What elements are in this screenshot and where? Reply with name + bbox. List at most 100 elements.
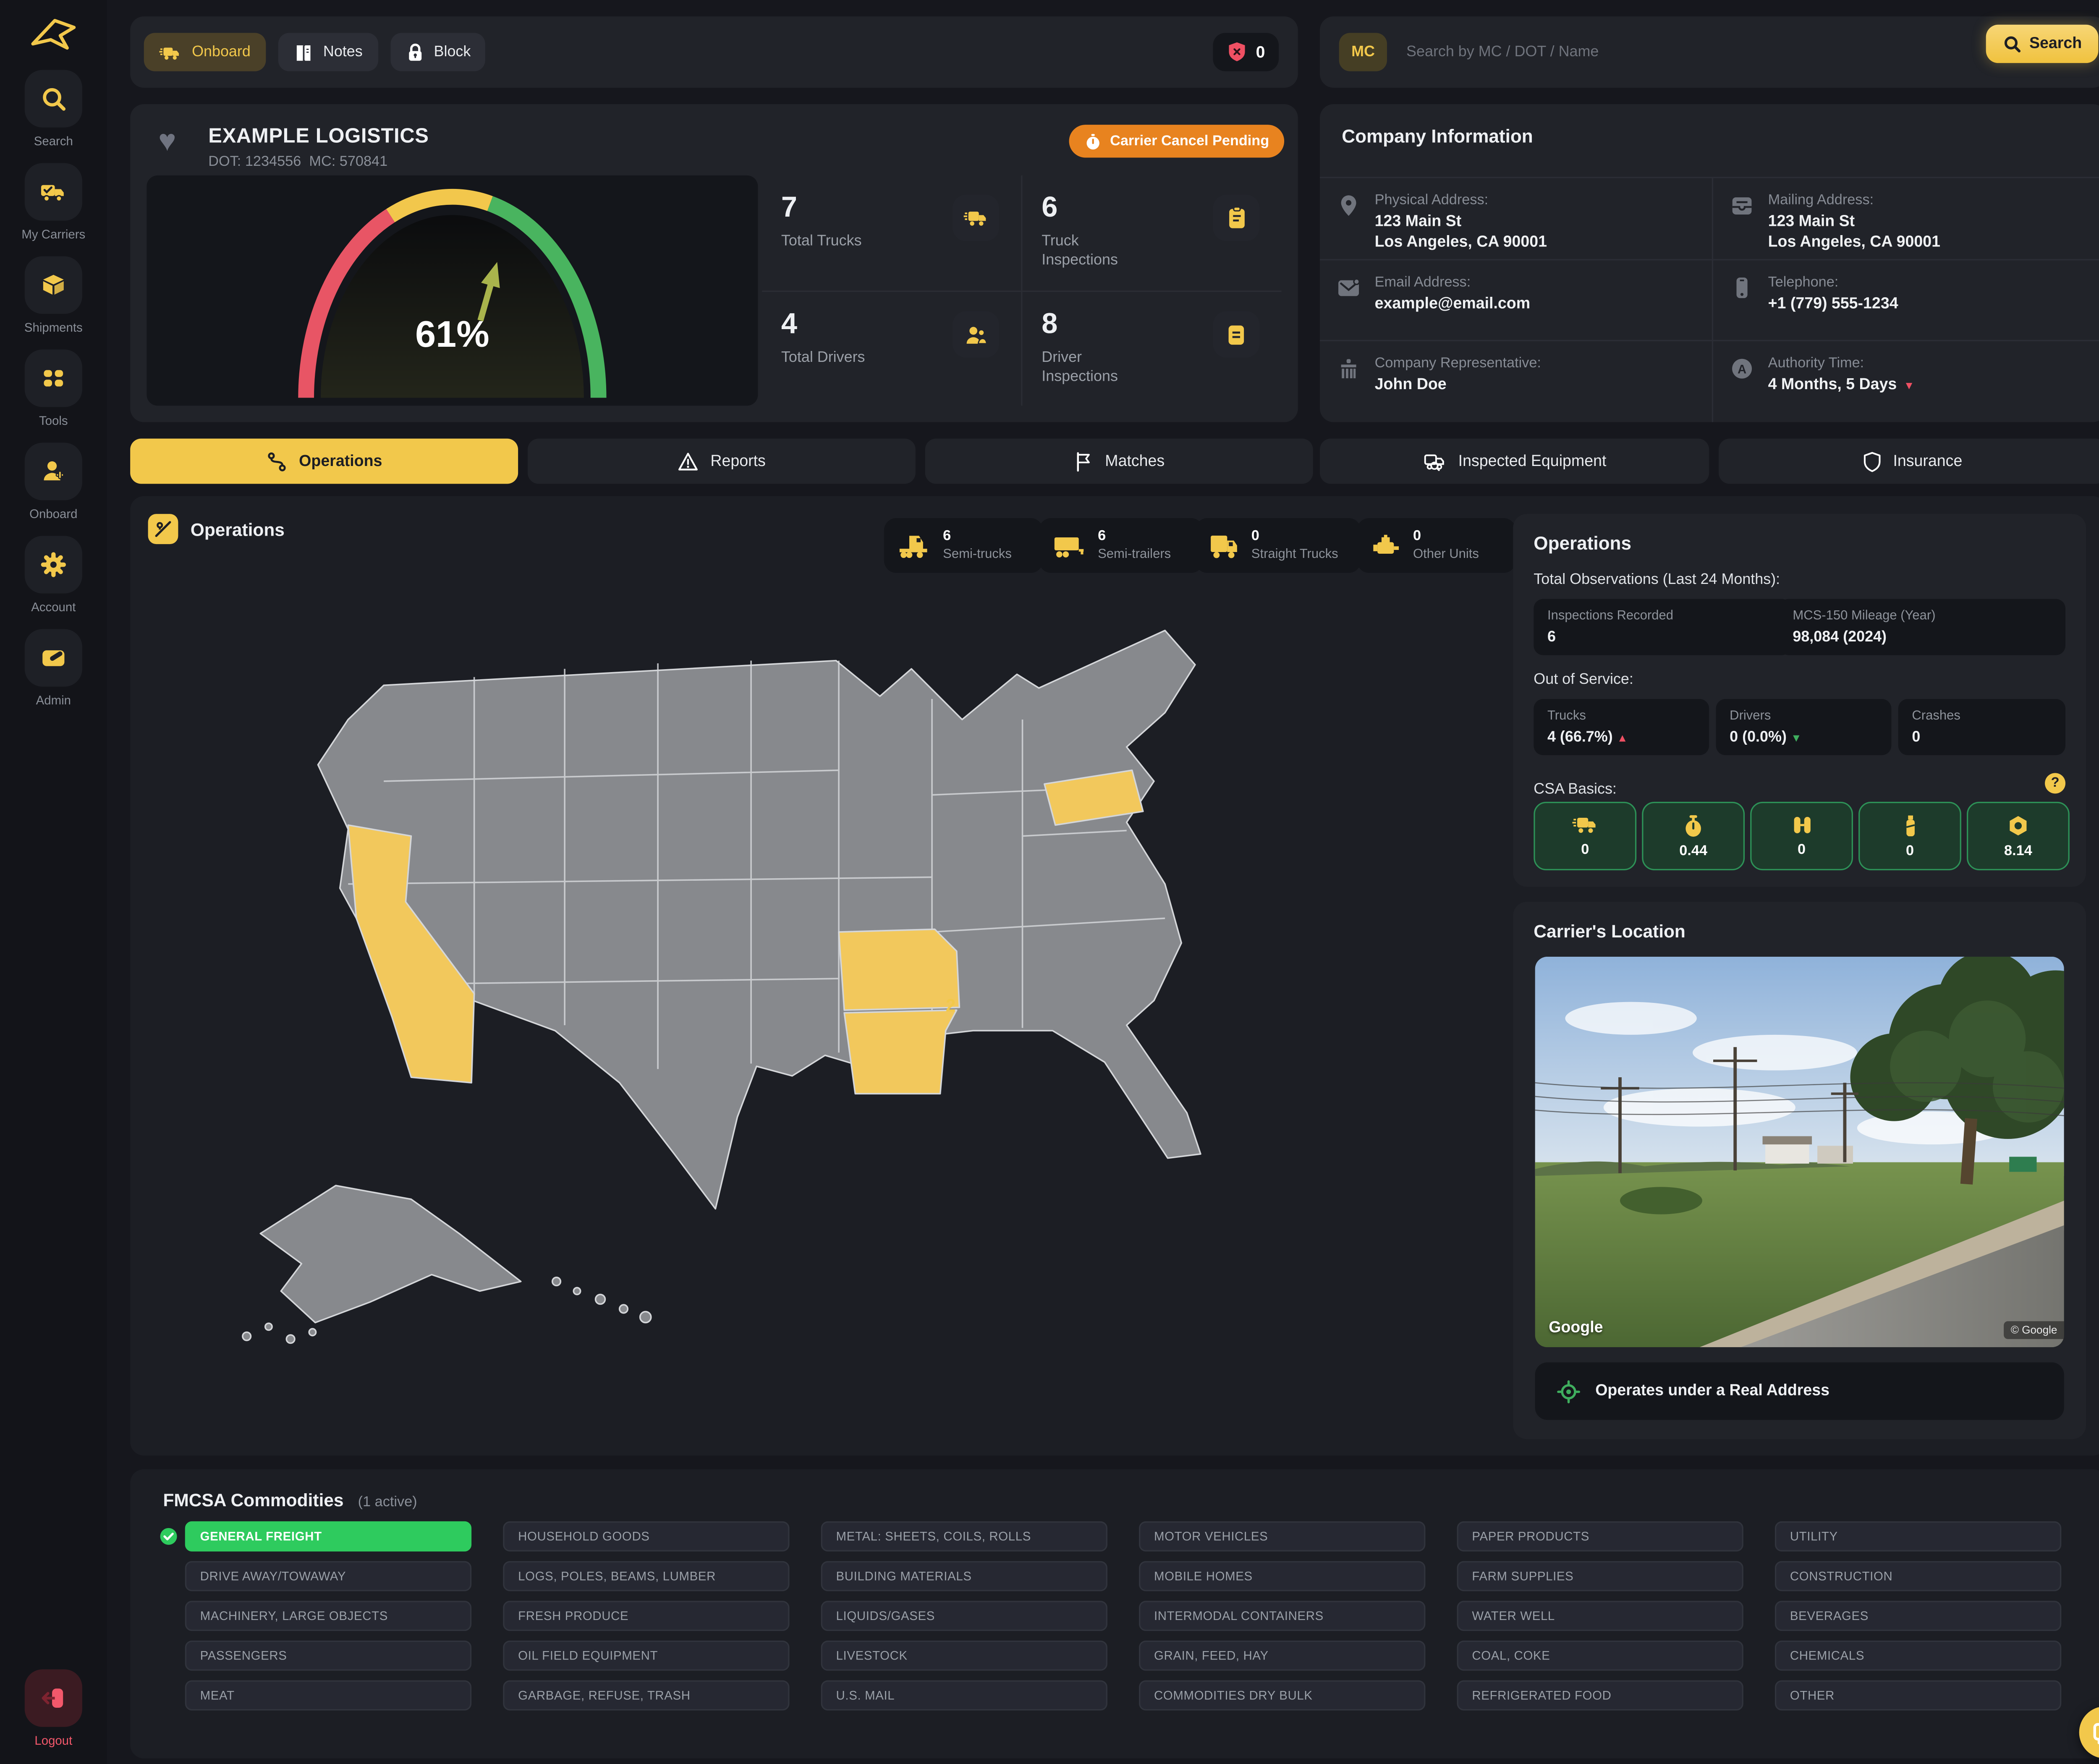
- field-label: Mailing Address:: [1768, 192, 2096, 208]
- commodity-chip[interactable]: BUILDING MATERIALS: [821, 1561, 1107, 1591]
- tab-inspected-equipment[interactable]: Inspected Equipment: [1320, 439, 1709, 484]
- tab-operations[interactable]: Operations: [130, 439, 518, 484]
- tab-onboard[interactable]: Onboard: [144, 33, 266, 71]
- truck-icon: [963, 206, 989, 230]
- street-view-photo[interactable]: Google © Google: [1535, 957, 2064, 1347]
- sidebar-item-shipments[interactable]: Shipments: [24, 256, 83, 335]
- commodity-chip[interactable]: GENERAL FREIGHT: [185, 1521, 471, 1552]
- commodity-chip[interactable]: METAL: SHEETS, COILS, ROLLS: [821, 1521, 1107, 1552]
- sidebar: Search My Carriers Shipments Tools Onboa…: [0, 0, 107, 1764]
- favorite-button[interactable]: ♥: [149, 123, 185, 159]
- commodity-chip[interactable]: OTHER: [1775, 1680, 2061, 1711]
- field-physical-address: Physical Address: 123 Main St Los Angele…: [1320, 177, 1713, 259]
- csa-value: 0: [1581, 842, 1589, 858]
- carrier-location-card: Carrier's Location: [1513, 902, 2086, 1439]
- commodity-chip[interactable]: LIQUIDS/GASES: [821, 1601, 1107, 1631]
- commodities-active-note: (1 active): [358, 1494, 417, 1510]
- commodity-chip[interactable]: COMMODITIES DRY BULK: [1139, 1680, 1425, 1711]
- unit-chip-semi-trailers[interactable]: 6Semi-trailers: [1039, 518, 1204, 573]
- csa-hazmat: 8.14: [1967, 802, 2070, 870]
- tile-label: Drivers: [1730, 709, 1878, 724]
- commodity-chip[interactable]: FARM SUPPLIES: [1457, 1561, 1743, 1591]
- stat-label: Total Drivers: [781, 348, 877, 368]
- bottle-icon: [1902, 814, 1918, 837]
- tab-matches[interactable]: Matches: [925, 439, 1313, 484]
- oos-drivers: Drivers 0 (0.0%) ▼: [1716, 699, 1892, 755]
- tab-reports[interactable]: Reports: [528, 439, 916, 484]
- commodity-chip[interactable]: MOTOR VEHICLES: [1139, 1521, 1425, 1552]
- commodity-chip[interactable]: MACHINERY, LARGE OBJECTS: [185, 1601, 471, 1631]
- topbar-left: Onboard Notes Block 0: [130, 16, 1298, 88]
- app-logo[interactable]: [27, 14, 79, 55]
- tab-label: Insurance: [1893, 453, 1962, 469]
- oos-trucks: Trucks 4 (66.7%) ▲: [1534, 699, 1709, 755]
- clock-icon: [1084, 132, 1102, 150]
- commodity-chip[interactable]: HOUSEHOLD GOODS: [503, 1521, 789, 1552]
- oos-crashes: Crashes 0: [1898, 699, 2065, 755]
- topbar-search: MC Search: [1320, 16, 2099, 88]
- sidebar-item-label: Onboard: [29, 507, 77, 521]
- google-copyright: © Google: [2004, 1321, 2064, 1339]
- csa-help-icon[interactable]: ?: [2045, 773, 2065, 793]
- search-button[interactable]: Search: [1986, 25, 2099, 63]
- commodity-chip[interactable]: PAPER PRODUCTS: [1457, 1521, 1743, 1552]
- field-mailing-address: Mailing Address: 123 Main St Los Angeles…: [1713, 177, 2099, 259]
- company-stats: 7Total Trucks 6Truck Inspections 4Total …: [762, 175, 1281, 406]
- commodity-chip[interactable]: CHEMICALS: [1775, 1641, 2061, 1671]
- commodity-chip[interactable]: MEAT: [185, 1680, 471, 1711]
- commodity-chip[interactable]: U.S. MAIL: [821, 1680, 1107, 1711]
- sidebar-item-label: Tools: [39, 414, 68, 428]
- tile-label: Crashes: [1912, 709, 2052, 724]
- commodity-chip[interactable]: UTILITY: [1775, 1521, 2061, 1552]
- sidebar-item-search[interactable]: Search: [25, 70, 82, 148]
- commodity-chip[interactable]: LOGS, POLES, BEAMS, LUMBER: [503, 1561, 789, 1591]
- commodity-chip[interactable]: REFRIGERATED FOOD: [1457, 1680, 1743, 1711]
- commodity-chip[interactable]: BEVERAGES: [1775, 1601, 2061, 1631]
- csa-vehicle-maintenance: 0: [1750, 802, 1853, 870]
- field-label: Authority Time:: [1768, 356, 2096, 372]
- sidebar-item-my-carriers[interactable]: My Carriers: [21, 163, 85, 241]
- tires-icon: [1789, 814, 1814, 836]
- podium-icon: [1336, 357, 1361, 382]
- sidebar-item-label: My Carriers: [21, 228, 85, 241]
- tile-value: 0 (0.0%): [1730, 729, 1787, 746]
- unit-chip-straight-trucks[interactable]: 0Straight Trucks: [1195, 518, 1361, 573]
- sidebar-item-account[interactable]: Account: [25, 536, 82, 614]
- unit-chip-other-units[interactable]: 0Other Units: [1357, 518, 1516, 573]
- commodity-chip[interactable]: MOBILE HOMES: [1139, 1561, 1425, 1591]
- field-label: Telephone:: [1768, 274, 2096, 290]
- field-email: Email Address: example@email.com: [1320, 259, 1713, 340]
- commodity-chip[interactable]: COAL, COKE: [1457, 1641, 1743, 1671]
- commodity-chip[interactable]: FRESH PRODUCE: [503, 1601, 789, 1631]
- trend-down-icon: ▼: [1791, 732, 1802, 744]
- commodity-chip[interactable]: CONSTRUCTION: [1775, 1561, 2061, 1591]
- commodity-chip[interactable]: WATER WELL: [1457, 1601, 1743, 1631]
- search-type-chip[interactable]: MC: [1339, 33, 1387, 71]
- commodity-chip[interactable]: GARBAGE, REFUSE, TRASH: [503, 1680, 789, 1711]
- sidebar-item-admin[interactable]: Admin: [25, 629, 82, 707]
- tab-notes[interactable]: Notes: [278, 33, 378, 71]
- commodity-chip[interactable]: LIVESTOCK: [821, 1641, 1107, 1671]
- sidebar-item-tools[interactable]: Tools: [25, 350, 82, 428]
- drivers-icon: [963, 323, 988, 346]
- field-value-2: Los Angeles, CA 90001: [1375, 234, 1701, 251]
- tab-insurance[interactable]: Insurance: [1719, 439, 2099, 484]
- unit-chip-semi-trucks[interactable]: 6Semi-trucks: [884, 518, 1043, 573]
- observations-label: Total Observations (Last 24 Months):: [1534, 571, 1780, 588]
- google-logo: Google: [1549, 1320, 1603, 1336]
- logout-button[interactable]: Logout: [25, 1670, 82, 1748]
- company-info-card: Company Information Physical Address: 12…: [1320, 104, 2099, 422]
- tab-label: Reports: [710, 453, 766, 469]
- truck-icon: [1571, 814, 1599, 836]
- commodity-chip[interactable]: OIL FIELD EQUIPMENT: [503, 1641, 789, 1671]
- tab-block[interactable]: Block: [390, 33, 486, 71]
- commodity-chip[interactable]: GRAIN, FEED, HAY: [1139, 1641, 1425, 1671]
- commodity-chip[interactable]: INTERMODAL CONTAINERS: [1139, 1601, 1425, 1631]
- csa-value: 0: [1798, 842, 1806, 858]
- commodity-chip[interactable]: PASSENGERS: [185, 1641, 471, 1671]
- active-check-icon: [159, 1527, 178, 1546]
- company-name: EXAMPLE LOGISTICS: [208, 125, 429, 148]
- commodity-chip[interactable]: DRIVE AWAY/TOWAWAY: [185, 1561, 471, 1591]
- alerts-counter[interactable]: 0: [1213, 33, 1279, 71]
- sidebar-item-onboard[interactable]: Onboard: [25, 443, 82, 521]
